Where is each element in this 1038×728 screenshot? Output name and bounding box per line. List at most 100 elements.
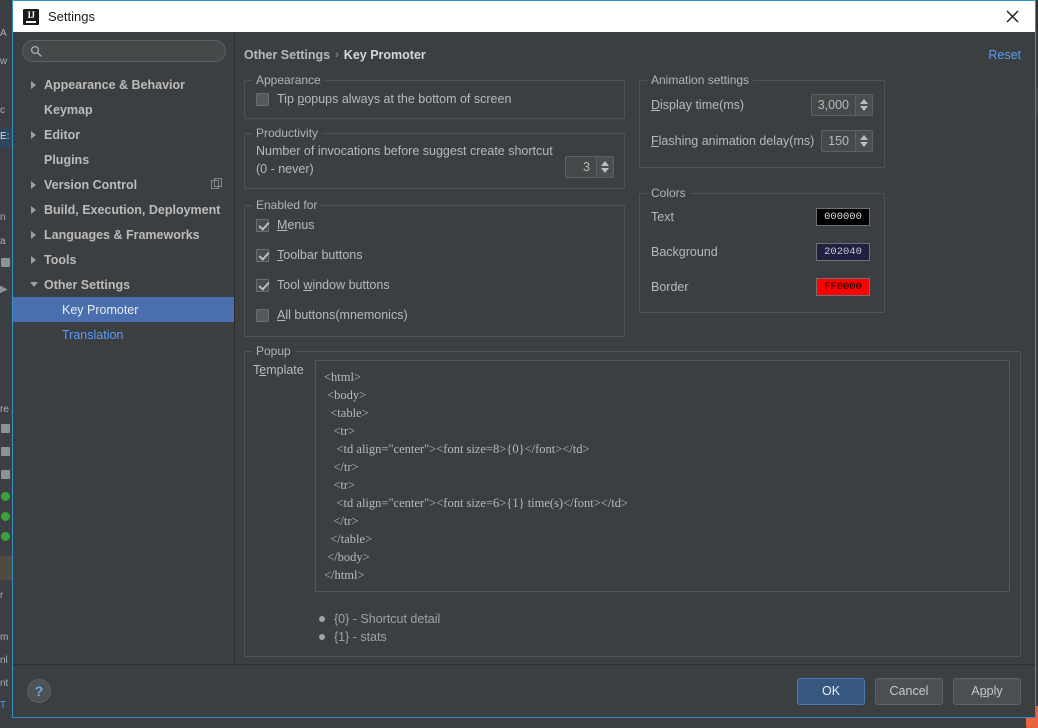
template-textarea[interactable]: <html> <body> <table> <tr> <td align="ce…	[315, 360, 1010, 592]
search-input[interactable]	[42, 42, 225, 60]
apply-button[interactable]: Ap ply	[953, 677, 1021, 705]
popup-group: Popup Template <html> <body> <table> <tr…	[244, 344, 1021, 657]
checkbox-label: Toolbar buttons	[277, 248, 363, 262]
tool-window-buttons-checkbox[interactable]: Tool window buttons	[256, 278, 614, 292]
spinner-down-icon[interactable]	[860, 142, 868, 147]
help-button[interactable]: ?	[27, 679, 51, 703]
template-label: Template	[253, 363, 304, 377]
bg-icon-chip	[1, 447, 10, 456]
chevron-right-icon[interactable]	[27, 230, 40, 239]
bg-icon-chip	[1, 258, 10, 267]
close-icon	[1006, 10, 1018, 23]
checkbox-box[interactable]	[256, 308, 269, 322]
reset-link[interactable]: Reset	[988, 48, 1021, 62]
bg-text-fragment: nt	[0, 678, 9, 689]
bg-text-fragment: ▶	[0, 284, 8, 295]
bg-run-icon	[1, 532, 10, 541]
sidebar-item-label: Other Settings	[44, 277, 131, 292]
spinner-up-icon[interactable]	[601, 161, 609, 166]
sidebar-item-editor[interactable]: Editor	[13, 122, 234, 147]
sidebar-item-version-control[interactable]: Version Control	[13, 172, 234, 197]
spinner-down-icon[interactable]	[601, 168, 609, 173]
bg-text-fragment: re	[0, 404, 9, 415]
bg-text-fragment: w	[0, 56, 8, 67]
settings-tree: Appearance & Behavior Keymap Editor Plug…	[13, 70, 234, 664]
invocations-description: Number of invocations before suggest cre…	[256, 144, 553, 176]
chevron-right-icon[interactable]	[27, 255, 40, 264]
bg-run-icon	[1, 492, 10, 501]
appearance-group: Appearance Tip popups always at the bott…	[244, 73, 625, 119]
spinner-buttons[interactable]	[855, 95, 872, 115]
top-groups-row: Appearance Tip popups always at the bott…	[244, 71, 1021, 337]
chevron-right-icon[interactable]	[27, 205, 40, 214]
breadcrumb-parent[interactable]: Other Settings	[244, 48, 330, 62]
toolbar-buttons-checkbox[interactable]: Toolbar buttons	[256, 248, 614, 262]
checkbox-label: Menus	[277, 218, 315, 232]
bg-text-fragment: nl	[0, 655, 8, 666]
productivity-group-title: Productivity	[252, 126, 323, 140]
display-time-value[interactable]: 3,000	[811, 95, 855, 115]
background-left-strip: A w c E: n a ▶ re r m nl nt T	[0, 0, 12, 728]
checkbox-label: Tip popups always at the bottom of scree…	[277, 92, 512, 106]
enabled-for-group-title: Enabled for	[252, 198, 322, 212]
flashing-delay-spinner[interactable]: 150	[821, 130, 873, 152]
sidebar-item-other-settings[interactable]: Other Settings	[13, 272, 234, 297]
sidebar-item-label: Appearance & Behavior	[44, 77, 186, 92]
chevron-right-icon[interactable]	[27, 180, 40, 189]
tip-popups-bottom-checkbox[interactable]: Tip popups always at the bottom of scree…	[256, 92, 614, 106]
spinner-buttons[interactable]	[855, 131, 872, 151]
legend-text: {1} - stats	[334, 630, 387, 644]
popup-group-title: Popup	[252, 344, 295, 358]
dialog-titlebar: Settings	[13, 1, 1035, 32]
chevron-right-icon[interactable]	[27, 130, 40, 139]
spinner-up-icon[interactable]	[860, 99, 868, 104]
cancel-button[interactable]: Cancel	[875, 677, 943, 705]
all-buttons-mnemonics-checkbox[interactable]: All buttons(mnemonics)	[256, 308, 614, 322]
invocations-spinner[interactable]: 3	[565, 156, 614, 178]
breadcrumb-current: Key Promoter	[343, 48, 426, 62]
background-color-swatch[interactable]: 202040	[816, 243, 870, 261]
settings-sidebar: Appearance & Behavior Keymap Editor Plug…	[13, 32, 235, 664]
popup-template-row: Template <html> <body> <table> <tr> <td …	[245, 352, 1020, 602]
spinner-buttons[interactable]	[596, 157, 613, 177]
sidebar-item-languages-frameworks[interactable]: Languages & Frameworks	[13, 222, 234, 247]
flashing-delay-value[interactable]: 150	[822, 131, 855, 151]
close-button[interactable]	[989, 1, 1035, 32]
bg-text-fragment: m	[0, 632, 9, 643]
left-column: Appearance Tip popups always at the bott…	[244, 71, 625, 337]
spinner-down-icon[interactable]	[860, 106, 868, 111]
bg-icon-chip	[1, 470, 10, 479]
bullet-icon	[319, 616, 325, 622]
sidebar-item-build-execution-deployment[interactable]: Build, Execution, Deployment	[13, 197, 234, 222]
chevron-right-icon[interactable]	[27, 80, 40, 89]
sidebar-item-label: Plugins	[44, 152, 90, 167]
chevron-down-icon[interactable]	[27, 282, 40, 287]
checkbox-box[interactable]	[256, 278, 269, 292]
sidebar-item-label: Translation	[62, 327, 124, 342]
checkbox-box[interactable]	[256, 218, 269, 232]
checkbox-label: Tool window buttons	[277, 278, 390, 292]
text-color-swatch[interactable]: 000000	[816, 208, 870, 226]
sidebar-item-label: Tools	[44, 252, 77, 267]
color-label: Border	[651, 280, 689, 294]
border-color-swatch[interactable]: FF0000	[816, 278, 870, 296]
checkbox-box[interactable]	[256, 92, 269, 106]
color-row-border: Border FF0000	[651, 278, 870, 296]
checkbox-box[interactable]	[256, 248, 269, 262]
ok-button[interactable]: OK	[797, 677, 865, 705]
productivity-group: Productivity Number of invocations befor…	[244, 126, 625, 189]
search-field[interactable]	[22, 40, 226, 62]
menus-checkbox[interactable]: Menus	[256, 218, 614, 232]
sidebar-item-key-promoter[interactable]: Key Promoter	[13, 297, 234, 322]
sidebar-item-appearance-behavior[interactable]: Appearance & Behavior	[13, 72, 234, 97]
sidebar-item-plugins[interactable]: Plugins	[13, 147, 234, 172]
key-promoter-settings: Appearance Tip popups always at the bott…	[235, 68, 1035, 664]
sidebar-item-tools[interactable]: Tools	[13, 247, 234, 272]
spinner-up-icon[interactable]	[860, 135, 868, 140]
checkbox-label: All buttons(mnemonics)	[277, 308, 408, 322]
invocations-value[interactable]: 3	[566, 157, 596, 177]
sidebar-item-translation[interactable]: Translation	[13, 322, 234, 347]
sidebar-item-keymap[interactable]: Keymap	[13, 97, 234, 122]
display-time-spinner[interactable]: 3,000	[810, 94, 873, 116]
settings-content-pane: Other Settings › Key Promoter Reset Appe…	[235, 32, 1035, 664]
